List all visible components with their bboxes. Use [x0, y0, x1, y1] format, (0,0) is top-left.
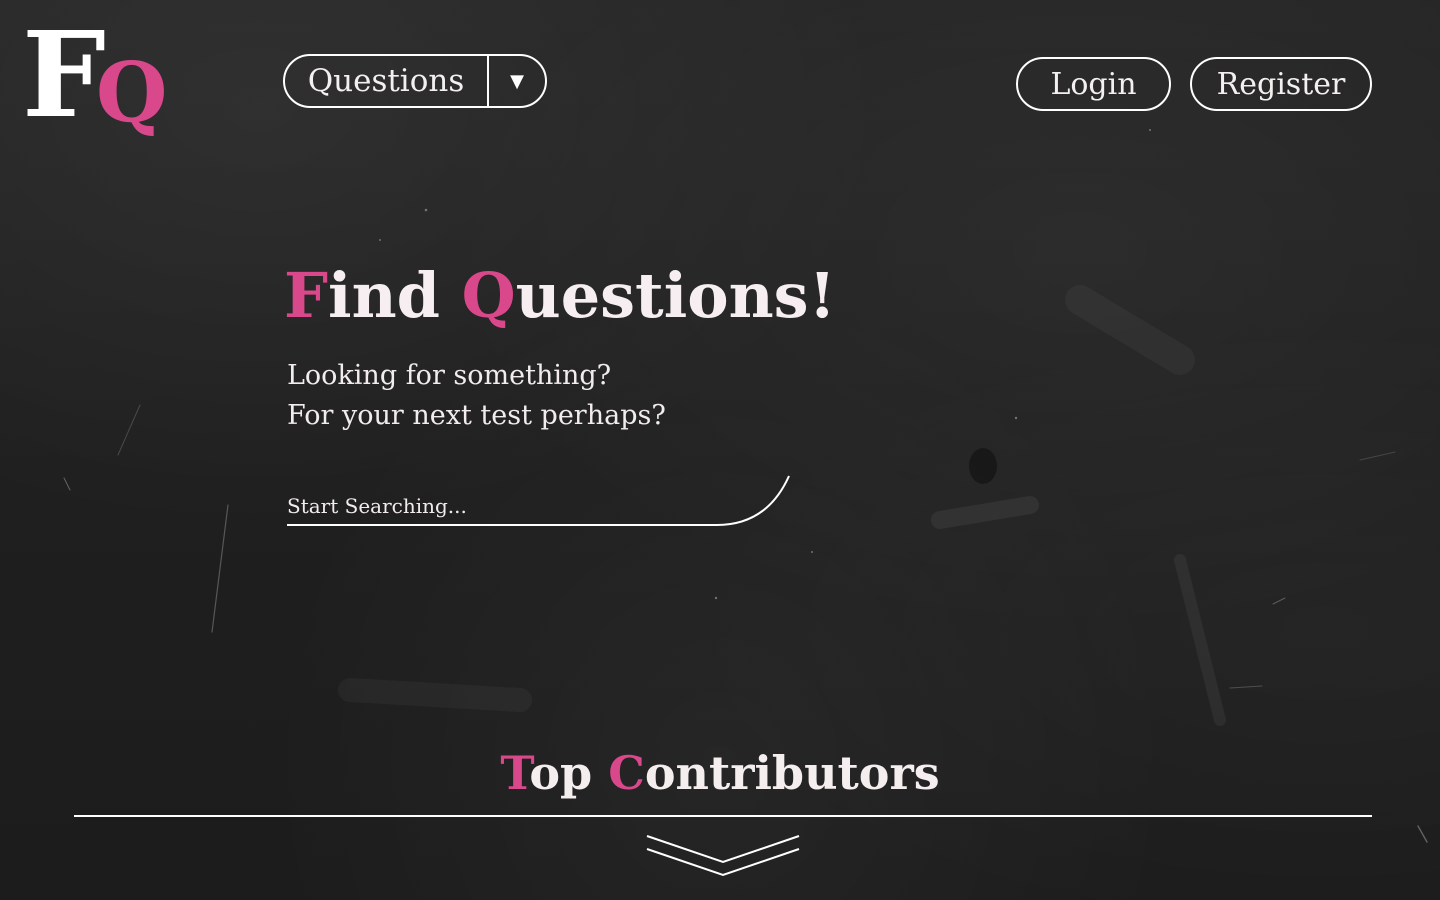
search-input[interactable] — [287, 490, 717, 522]
logo-letter-q: Q — [96, 45, 168, 141]
hero-title-part-2: uestions! — [515, 259, 836, 332]
register-button[interactable]: Register — [1190, 57, 1372, 111]
login-button[interactable]: Login — [1016, 57, 1171, 111]
search-box — [287, 474, 792, 528]
top-contributors-heading: Top Contributors — [0, 748, 1440, 799]
hero-subtitle-line-2: For your next test perhaps? — [287, 400, 666, 431]
hero-title: Find Questions! — [284, 259, 836, 332]
site-logo[interactable]: F Q — [22, 16, 172, 146]
contrib-title-accent-c: C — [608, 746, 645, 800]
logo-letter-f: F — [22, 5, 106, 144]
section-divider — [74, 815, 1372, 817]
hero-title-accent-f: F — [284, 259, 329, 332]
questions-dropdown[interactable]: Questions ▼ — [283, 54, 547, 108]
contrib-title-accent-t: T — [500, 746, 530, 800]
contrib-title-part-2: ontributors — [644, 746, 940, 800]
questions-label[interactable]: Questions — [285, 56, 487, 106]
contrib-title-part-1: op — [529, 746, 609, 800]
triangle-down-icon[interactable]: ▼ — [489, 56, 545, 106]
hero-subtitle: Looking for something? For your next tes… — [287, 356, 666, 436]
hero-subtitle-line-1: Looking for something? — [287, 360, 612, 391]
hero-title-accent-q: Q — [461, 259, 516, 332]
chevron-down-icon[interactable] — [644, 832, 802, 880]
hero-title-part-1: ind — [328, 259, 462, 332]
